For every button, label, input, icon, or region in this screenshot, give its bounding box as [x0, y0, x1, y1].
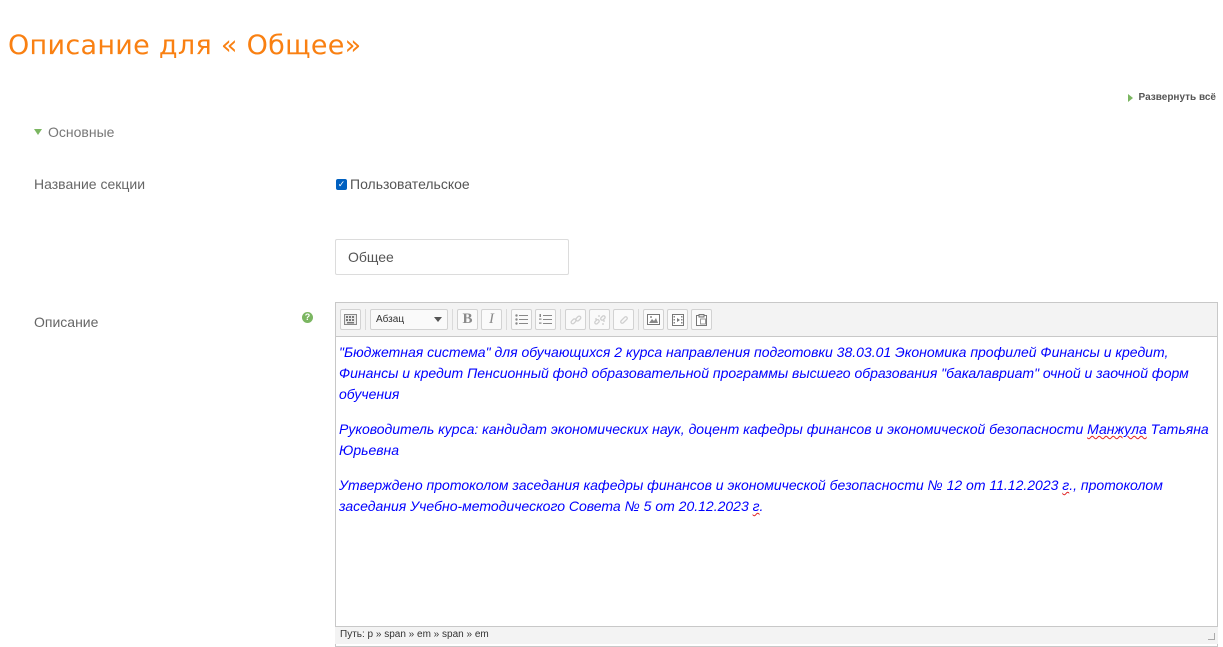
toolbar-separator	[506, 309, 507, 330]
link-button[interactable]	[565, 309, 586, 330]
italic-icon: I	[489, 311, 494, 327]
element-path: Путь: p » span » em » span » em	[340, 629, 489, 640]
toolbar-separator	[452, 309, 453, 330]
description-paragraph-2: Руководитель курса: кандидат экономическ…	[339, 421, 1209, 458]
toolbar-toggle-button[interactable]	[340, 309, 361, 330]
section-name-label: Название секции	[34, 176, 146, 192]
custom-name-checkbox[interactable]: ✓	[336, 178, 347, 190]
custom-name-checkbox-row[interactable]: ✓ Пользовательское	[336, 176, 470, 192]
link-icon	[569, 314, 581, 324]
image-icon	[647, 314, 660, 325]
description-editor: Абзац B I "Бюджетная система" для обучаю…	[335, 302, 1218, 647]
editor-toolbar: Абзац B I	[336, 303, 1217, 337]
unordered-list-icon	[515, 314, 528, 325]
collapse-triangle-icon	[34, 129, 42, 135]
custom-name-checkbox-label: Пользовательское	[350, 176, 470, 192]
bold-button[interactable]: B	[457, 309, 478, 330]
anchor-icon	[619, 315, 628, 324]
paragraph-format-value: Абзац	[376, 314, 405, 325]
insert-image-button[interactable]	[643, 309, 664, 330]
description-label: Описание	[34, 314, 99, 330]
unordered-list-button[interactable]	[511, 309, 532, 330]
spellcheck-word: Манжула	[1087, 421, 1147, 437]
insert-media-button[interactable]	[667, 309, 688, 330]
keyboard-toggle-icon	[344, 314, 357, 325]
spellcheck-word: г	[752, 498, 760, 514]
anchor-button[interactable]	[613, 309, 634, 330]
page-title: Описание для « Общее»	[8, 30, 362, 61]
section-header-label: Основные	[48, 124, 115, 140]
manage-files-button[interactable]	[691, 309, 712, 330]
expand-all-label: Развернуть всё	[1138, 92, 1216, 103]
expand-all-link[interactable]: Развернуть всё	[1127, 92, 1216, 103]
help-icon[interactable]: ?	[302, 312, 313, 323]
toolbar-separator	[365, 309, 366, 330]
toolbar-separator	[560, 309, 561, 330]
editor-status-bar: Путь: p » span » em » span » em	[335, 626, 1218, 644]
italic-button[interactable]: I	[481, 309, 502, 330]
section-toggle-general[interactable]: Основные	[34, 124, 114, 140]
toolbar-separator	[638, 309, 639, 330]
description-paragraph-3: Утверждено протоколом заседания кафедры …	[339, 477, 1163, 514]
ordered-list-button[interactable]	[535, 309, 556, 330]
chevron-down-icon	[434, 317, 442, 322]
unlink-button[interactable]	[589, 309, 610, 330]
editor-content-area[interactable]: "Бюджетная система" для обучающихся 2 ку…	[336, 337, 1217, 517]
description-paragraph-1: "Бюджетная система" для обучающихся 2 ку…	[339, 344, 1189, 402]
paste-icon	[696, 313, 707, 326]
media-icon	[671, 313, 684, 326]
ordered-list-icon	[539, 314, 552, 324]
expand-triangle-icon	[1127, 93, 1133, 102]
bold-icon: B	[462, 311, 473, 327]
section-name-input[interactable]	[335, 239, 569, 275]
paragraph-format-select[interactable]: Абзац	[370, 309, 448, 330]
unlink-icon	[593, 314, 606, 325]
